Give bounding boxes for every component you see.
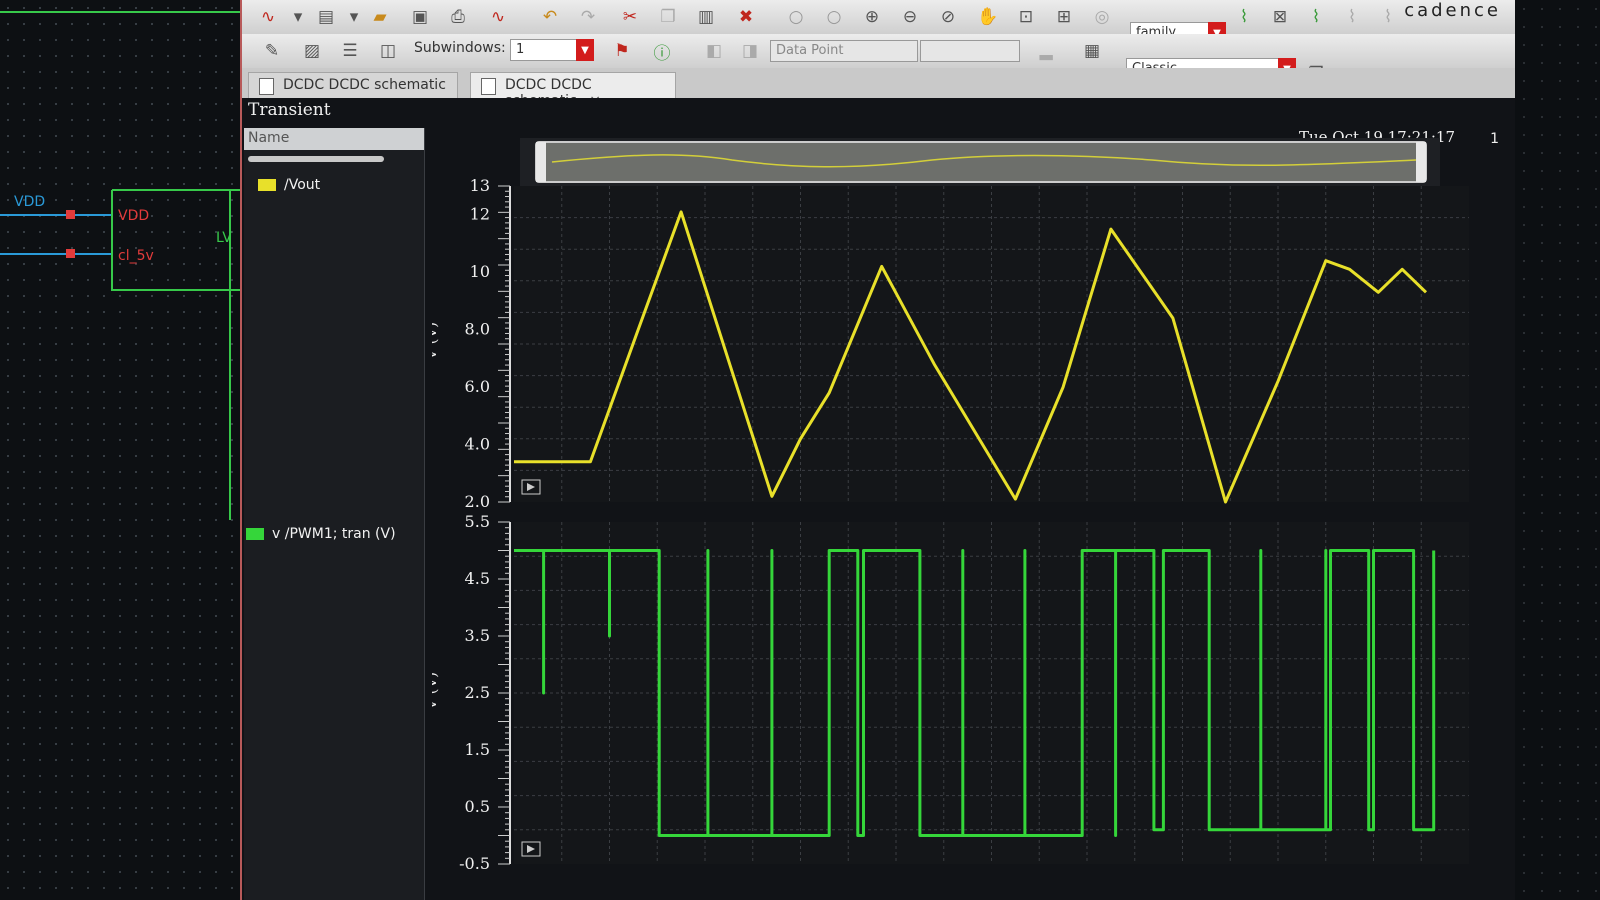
y-tick-label: 3.5 bbox=[465, 626, 490, 645]
desktop-background bbox=[1515, 0, 1600, 900]
zoom-icon[interactable]: ⊘ bbox=[936, 5, 960, 29]
y-tick-label: 2.5 bbox=[465, 683, 490, 702]
signal-name-column: Name /Vout v /PWM1; tran (V) bbox=[244, 128, 425, 900]
pin-label-vdd: VDD bbox=[118, 208, 150, 224]
pin-label-vdd-net: VDD bbox=[14, 194, 46, 210]
tab-dcdc-schematic-1[interactable]: DCDC DCDC schematic bbox=[248, 72, 458, 98]
name-column-header[interactable]: Name bbox=[244, 128, 424, 150]
y-tick-label: 8.0 bbox=[465, 320, 490, 339]
y-tick-label: 4.5 bbox=[465, 569, 490, 588]
y-tick-label: 10 bbox=[470, 262, 490, 281]
plot-overlay-icon[interactable]: ⌇ bbox=[1304, 5, 1328, 29]
stack-icon[interactable]: ☰ bbox=[338, 39, 362, 63]
pin-label-cl5v: cl_5v bbox=[118, 248, 154, 264]
horizontal-scrollbar[interactable] bbox=[248, 156, 384, 162]
y-tick-label: 1.5 bbox=[465, 740, 490, 759]
y-tick-label: 13 bbox=[470, 176, 490, 195]
y-tick-label: -0.5 bbox=[459, 854, 490, 873]
panel-title: Transient bbox=[248, 100, 331, 120]
split-icon[interactable]: ◫ bbox=[376, 39, 400, 63]
y-tick-label: 12 bbox=[470, 205, 490, 224]
subwindows-label: Subwindows: bbox=[414, 40, 506, 56]
save-icon[interactable]: ▣ bbox=[408, 5, 432, 29]
calculator-icon[interactable]: ▦ bbox=[1080, 39, 1104, 63]
menu-dropdown-icon[interactable]: ▾ bbox=[286, 5, 310, 29]
schematic-icon bbox=[481, 78, 496, 95]
magic-wand-icon[interactable]: ✎ bbox=[260, 39, 284, 63]
data-point-input[interactable] bbox=[920, 40, 1020, 62]
y-tick-label: 0.5 bbox=[465, 797, 490, 816]
y-tick-label: 2.0 bbox=[465, 492, 490, 511]
data-point-select[interactable]: Data Point bbox=[770, 40, 918, 62]
schematic-wires bbox=[0, 11, 245, 520]
zoom-box-icon[interactable]: ⊞ bbox=[1052, 5, 1076, 29]
plot-trace-icon[interactable]: ⌇ bbox=[1340, 5, 1364, 29]
main-toolbar: ∿ ▾ ▤ ▾ ▰ ▣ ⎙ ∿ ↶ ↷ ✂ ❐ ▥ ✖ ○ ○ ⊕ ⊖ ⊘ ✋ … bbox=[242, 0, 1515, 62]
tab-bar: DCDC DCDC schematic DCDC DCDC schematic … bbox=[242, 68, 1515, 109]
print-icon[interactable]: ⎙ bbox=[446, 5, 470, 29]
cards-icon[interactable]: ▨ bbox=[300, 39, 324, 63]
vout-strip: 2.0 4.0 6.0 8.0 10 12 13 bbox=[465, 176, 1469, 511]
zoom-out-icon[interactable]: ⊖ bbox=[898, 5, 922, 29]
tab-dcdc-schematic-2[interactable]: DCDC DCDC schematic × bbox=[470, 72, 676, 109]
zoom-in-icon[interactable]: ⊕ bbox=[860, 5, 884, 29]
plot-style-icon[interactable]: ⌇ bbox=[1232, 5, 1256, 29]
flag-icon[interactable]: ⚑ bbox=[610, 39, 634, 63]
pwm1-y-axis-label: V (V) bbox=[432, 672, 440, 711]
vout-color-swatch bbox=[258, 179, 276, 191]
overview-handle-right[interactable] bbox=[1416, 142, 1426, 182]
edge-label: LV bbox=[216, 230, 232, 246]
schematic-canvas: VDD VDD cl_5v LV bbox=[0, 0, 245, 900]
delete-icon[interactable]: ✖ bbox=[734, 5, 758, 29]
data-point-value: Data Point bbox=[776, 43, 844, 58]
undo-icon[interactable]: ↶ bbox=[538, 5, 562, 29]
paste-icon[interactable]: ▥ bbox=[694, 5, 718, 29]
dropdown-arrow-icon[interactable]: ▾ bbox=[342, 5, 366, 29]
subwindows-select[interactable]: 1 ▼ bbox=[510, 39, 594, 61]
plot-strip-icon[interactable]: ⊠ bbox=[1268, 5, 1292, 29]
signal-pwm1[interactable]: v /PWM1; tran (V) bbox=[246, 526, 396, 542]
y-tick-label: 5.5 bbox=[465, 512, 490, 531]
waveform-viewer-window: ∿ ▾ ▤ ▾ ▰ ▣ ⎙ ∿ ↶ ↷ ✂ ❐ ▥ ✖ ○ ○ ⊕ ⊖ ⊘ ✋ … bbox=[240, 0, 1515, 900]
waveform-icon[interactable]: ∿ bbox=[486, 5, 510, 29]
open-folder-icon[interactable]: ▰ bbox=[368, 5, 392, 29]
y-tick-label: 6.0 bbox=[465, 377, 490, 396]
plot-edit-icon[interactable]: ⌇ bbox=[1376, 5, 1400, 29]
vout-y-axis-label: V (V) bbox=[432, 322, 440, 361]
save-window-icon[interactable]: ▤ bbox=[314, 5, 338, 29]
y-tick-label: 4.0 bbox=[465, 435, 490, 454]
pwm1-color-swatch bbox=[246, 528, 264, 540]
circle-tool-2-icon[interactable]: ○ bbox=[822, 5, 846, 29]
schematic-icon bbox=[259, 78, 274, 95]
marker-left-icon[interactable]: ◧ bbox=[702, 39, 726, 63]
pwm1-strip: -0.5 0.5 1.5 2.5 3.5 4.5 5.5 bbox=[459, 512, 1469, 873]
bar-chart-icon[interactable]: ▂ bbox=[1034, 39, 1058, 63]
cut-icon[interactable]: ✂ bbox=[618, 5, 642, 29]
waveform-plots: 2.0 4.0 6.0 8.0 10 12 13 -0.5 0.5 1.5 2.5 3.5 4.5 5.… bbox=[432, 138, 1469, 873]
marker-right-icon[interactable]: ◨ bbox=[738, 39, 762, 63]
overview-slider[interactable] bbox=[535, 141, 1427, 183]
chevron-down-icon: ▼ bbox=[576, 39, 594, 61]
overview-handle-left[interactable] bbox=[536, 142, 546, 182]
tab-label: DCDC DCDC schematic bbox=[283, 77, 446, 93]
signal-vout-label: /Vout bbox=[284, 177, 321, 193]
cadence-logo: cadence bbox=[1404, 0, 1501, 21]
circle-tool-icon[interactable]: ○ bbox=[784, 5, 808, 29]
pan-icon[interactable]: ✋ bbox=[976, 5, 1000, 29]
signal-vout[interactable]: /Vout bbox=[258, 177, 320, 193]
info-icon[interactable]: ⓘ bbox=[650, 39, 674, 64]
magnify-icon[interactable]: ◎ bbox=[1090, 5, 1114, 29]
transient-plot-panel: Transient Name /Vout v /PWM1; tran (V) T… bbox=[242, 98, 1515, 900]
waveform-app-icon[interactable]: ∿ bbox=[256, 5, 280, 29]
fit-icon[interactable]: ⊡ bbox=[1014, 5, 1038, 29]
signal-pwm1-label: v /PWM1; tran (V) bbox=[272, 526, 396, 542]
copy-icon[interactable]: ❐ bbox=[656, 5, 680, 29]
redo-icon[interactable]: ↷ bbox=[576, 5, 600, 29]
subwindows-value: 1 bbox=[516, 42, 525, 57]
